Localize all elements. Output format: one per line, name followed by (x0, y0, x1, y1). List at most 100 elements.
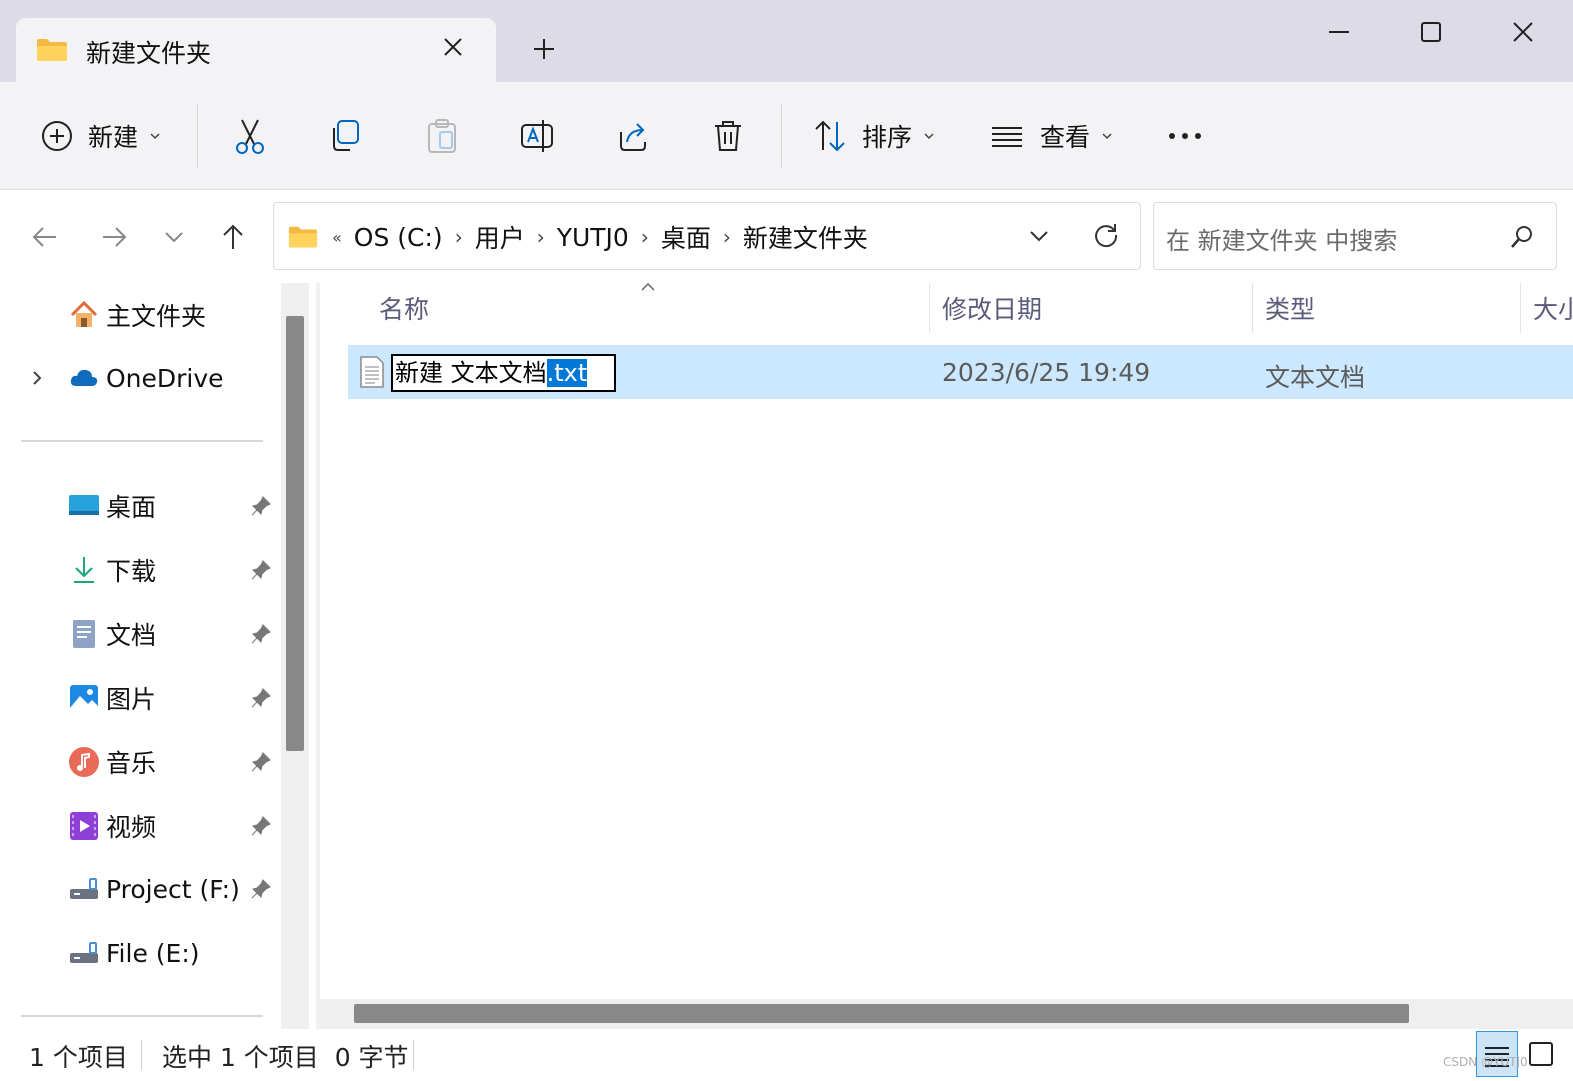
folder-icon (37, 39, 67, 61)
status-divider (413, 1040, 414, 1070)
close-window-icon[interactable] (1506, 15, 1540, 49)
pin-icon[interactable] (250, 495, 272, 517)
refresh-icon[interactable] (1092, 221, 1120, 249)
search-placeholder[interactable]: 在 新建文件夹 中搜索 (1166, 221, 1397, 256)
close-tab-icon[interactable] (440, 34, 466, 60)
maximize-icon[interactable] (1414, 15, 1448, 49)
forward-arrow-icon[interactable] (99, 222, 129, 252)
pin-icon[interactable] (250, 559, 272, 581)
breadcrumb-item[interactable]: 桌面 (661, 219, 711, 255)
sidebar-item-label: 主文件夹 (106, 302, 207, 331)
drive-icon (70, 878, 98, 899)
sort-icon (815, 120, 845, 152)
pin-icon[interactable] (250, 687, 272, 709)
large-icons-view-button[interactable] (1520, 1031, 1562, 1077)
column-header-size[interactable]: 大小 (1533, 290, 1573, 326)
breadcrumb-separator[interactable]: › (641, 225, 649, 249)
sidebar-item-documents[interactable]: 文档 (0, 606, 280, 662)
sidebar-item-home[interactable]: 主文件夹 (0, 287, 280, 343)
new-button[interactable]: 新建 (40, 82, 162, 190)
more-options-icon[interactable] (1166, 124, 1204, 148)
chevron-down-icon (150, 133, 160, 140)
copy-icon[interactable] (328, 118, 364, 154)
sidebar-divider (21, 440, 263, 442)
view-button-label: 查看 (1040, 123, 1091, 152)
share-icon[interactable] (615, 118, 651, 154)
breadcrumb-item[interactable]: 用户 (475, 219, 525, 255)
rename-icon[interactable] (519, 118, 555, 154)
sidebar-item-label: 视频 (106, 813, 157, 842)
drive-icon (70, 942, 98, 963)
search-icon[interactable] (1508, 223, 1536, 251)
new-tab-icon[interactable] (531, 36, 557, 62)
column-header-type[interactable]: 类型 (1265, 290, 1315, 326)
pin-icon[interactable] (250, 815, 272, 837)
address-bar[interactable]: « OS (C:) › 用户 › YUTJ0 › 桌面 › 新建文件夹 (273, 202, 1141, 270)
breadcrumb-separator[interactable]: › (455, 225, 463, 249)
details-view-button[interactable] (1476, 1031, 1518, 1077)
sidebar-item-project-drive[interactable]: Project (F:) (0, 861, 280, 917)
sidebar-item-label: 图片 (106, 685, 157, 714)
view-button[interactable]: 查看 (988, 82, 1114, 190)
back-arrow-icon[interactable] (30, 222, 60, 252)
sidebar-item-label: 桌面 (106, 493, 157, 522)
sidebar-item-pictures[interactable]: 图片 (0, 670, 280, 726)
details-view-icon (1485, 1047, 1509, 1067)
tab-title: 新建文件夹 (86, 39, 212, 68)
column-divider[interactable] (1520, 283, 1521, 333)
pin-icon[interactable] (250, 878, 272, 900)
add-circle-icon (42, 121, 72, 151)
breadcrumb-separator[interactable]: › (537, 225, 545, 249)
column-header-name[interactable]: 名称 (379, 290, 429, 326)
sidebar-item-music[interactable]: 音乐 (0, 734, 280, 790)
sidebar-item-label: 音乐 (106, 749, 157, 778)
chevron-down-icon (1102, 133, 1112, 140)
navigation-pane: 主文件夹 OneDrive 桌面 下载 文档 图片 音乐 视频 Project … (0, 279, 280, 1029)
text-file-icon (360, 356, 384, 388)
cloud-icon (70, 369, 98, 386)
sort-button[interactable]: 排序 (812, 82, 936, 190)
address-history-chevron-icon[interactable] (1026, 223, 1052, 249)
breadcrumb-item[interactable]: YUTJ0 (557, 223, 629, 252)
breadcrumb-separator[interactable]: › (723, 225, 731, 249)
column-header-modified[interactable]: 修改日期 (942, 290, 1042, 326)
search-box[interactable]: 在 新建文件夹 中搜索 (1153, 202, 1557, 270)
chevron-right-icon[interactable] (28, 369, 46, 387)
sidebar-item-label: 下载 (106, 557, 157, 586)
column-divider[interactable] (929, 283, 930, 333)
tab-current-folder[interactable]: 新建文件夹 (16, 18, 496, 82)
folder-icon (288, 226, 318, 248)
status-divider (141, 1040, 142, 1070)
breadcrumb-item-current[interactable]: 新建文件夹 (743, 219, 868, 255)
watermark: CSDN @YUTJ0 (1443, 1055, 1528, 1069)
rename-input[interactable]: 新建 文本文档.txt (391, 354, 616, 392)
sidebar-scrollbar-thumb[interactable] (286, 316, 304, 751)
pin-icon[interactable] (250, 751, 272, 773)
sidebar-item-downloads[interactable]: 下载 (0, 542, 280, 598)
sidebar-item-file-drive[interactable]: File (E:) (0, 925, 280, 981)
toolbar-divider (197, 104, 198, 168)
delete-icon[interactable] (710, 118, 746, 154)
minimize-icon[interactable] (1322, 15, 1356, 49)
pane-divider[interactable] (316, 283, 320, 1029)
breadcrumb-overflow[interactable]: « (332, 228, 342, 247)
document-icon (73, 620, 95, 648)
horizontal-scrollbar-thumb[interactable] (354, 1004, 1409, 1023)
breadcrumb-item[interactable]: OS (C:) (354, 223, 443, 252)
sort-ascending-icon (641, 282, 655, 291)
chevron-down-icon (924, 133, 934, 140)
breadcrumb: « OS (C:) › 用户 › YUTJ0 › 桌面 › 新建文件夹 (288, 219, 876, 255)
pin-icon[interactable] (250, 623, 272, 645)
new-button-label: 新建 (88, 123, 139, 152)
sidebar-item-desktop[interactable]: 桌面 (0, 478, 280, 534)
status-item-count: 1 个项目 (29, 1043, 128, 1072)
sidebar-divider (21, 1015, 263, 1017)
up-arrow-icon[interactable] (218, 222, 248, 252)
sidebar-item-videos[interactable]: 视频 (0, 798, 280, 854)
sidebar-item-onedrive[interactable]: OneDrive (0, 350, 280, 406)
recent-locations-chevron-icon[interactable] (159, 222, 189, 252)
column-divider[interactable] (1252, 283, 1253, 333)
download-icon (74, 557, 94, 583)
cut-icon[interactable] (232, 118, 268, 154)
rename-selected-extension: .txt (546, 359, 588, 387)
